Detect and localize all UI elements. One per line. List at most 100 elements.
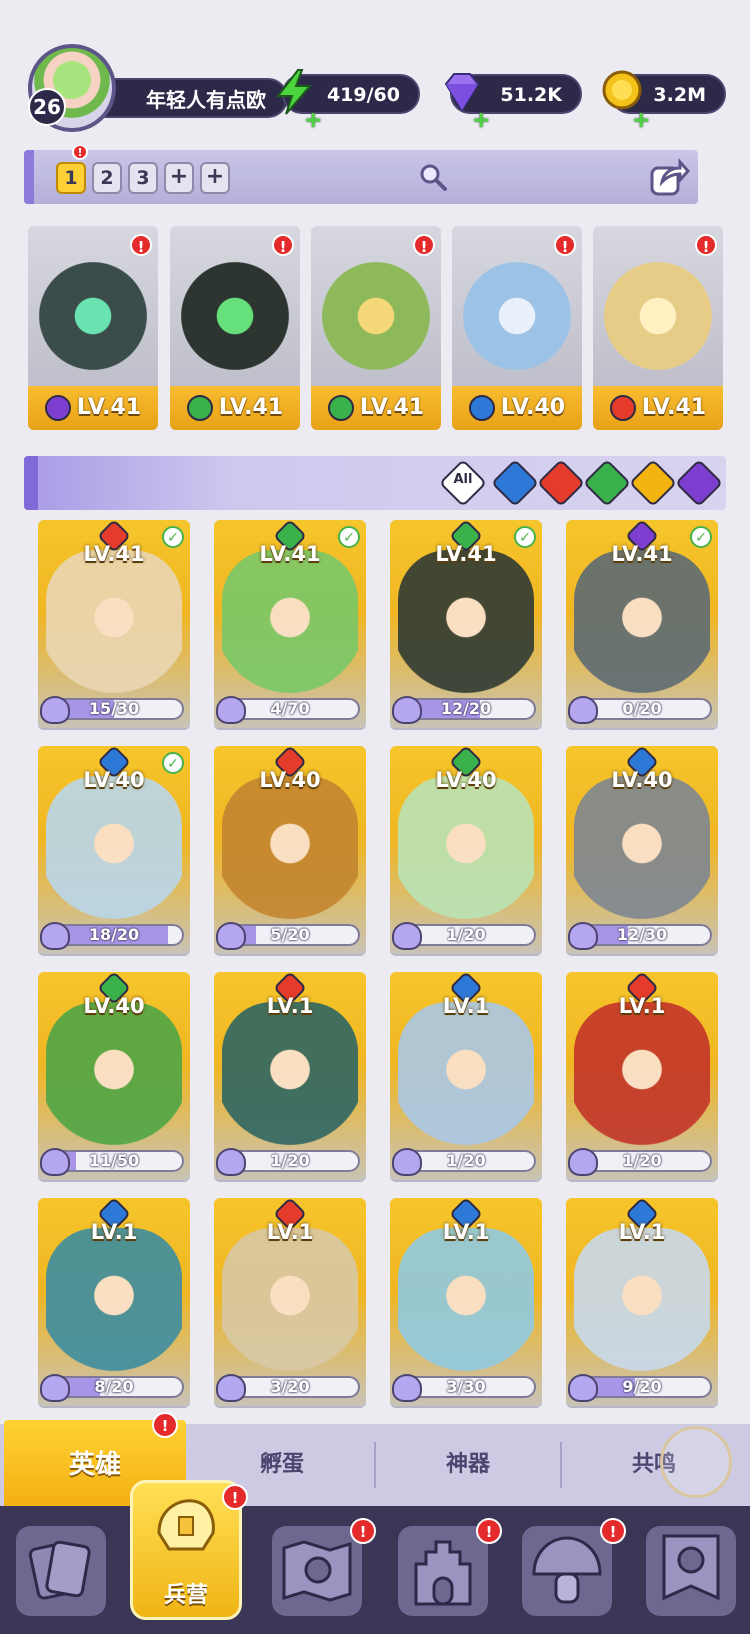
nav-barracks-alert-icon: ! [222,1484,248,1510]
gem-value: 51.2K [500,84,562,106]
nav-map[interactable] [272,1526,362,1616]
coin-value: 3.2M [653,84,706,106]
tab-artifacts[interactable]: 神器 [376,1424,560,1506]
coin-counter[interactable]: + 3.2M [602,70,726,133]
hero-portrait [462,246,572,386]
hero-card[interactable]: LV.41 ✓ 12/20 [390,520,542,728]
energy-add-icon[interactable]: + [304,102,322,140]
hero-card[interactable]: LV.40 ✓ 18/20 [38,746,190,954]
hero-card[interactable]: LV.41 ✓ 0/20 [566,520,718,728]
player-profile[interactable]: 年轻人有点欧 26 [28,44,288,132]
wood-element-icon[interactable] [582,458,632,508]
nav-map-alert-icon: ! [350,1518,376,1544]
hero-portrait [38,246,148,386]
hero-level: LV.40 [611,768,673,792]
team-hero-5[interactable]: ! LV.41 [593,226,723,430]
team-hero-level: LV.41 [593,386,723,430]
floating-target-button[interactable] [660,1426,732,1498]
team-tab-3[interactable]: 3 [128,162,158,194]
hero-level: LV.40 [435,768,497,792]
deployed-check-icon: ✓ [514,526,536,548]
hero-portrait [46,1002,182,1152]
deployed-check-icon: ✓ [162,752,184,774]
hero-portrait [222,550,358,700]
energy-value: 419/60 [326,84,400,106]
deployed-check-icon: ✓ [338,526,360,548]
water-element-icon[interactable] [490,458,540,508]
hero-level: LV.40 [259,768,321,792]
shard-icon [216,1374,246,1402]
fire-element-icon[interactable] [536,458,586,508]
team-tab-2[interactable]: 2 [92,162,122,194]
shard-icon [568,1374,598,1402]
shard-icon [216,922,246,950]
shard-icon [392,696,422,724]
hero-portrait [398,1002,534,1152]
coin-add-icon[interactable]: + [632,102,650,140]
hero-portrait [574,550,710,700]
hero-card[interactable]: LV.40 11/50 [38,972,190,1180]
shard-icon [568,696,598,724]
hero-card[interactable]: LV.41 ✓ 4/70 [214,520,366,728]
hero-level: LV.1 [442,1220,490,1244]
gem-counter[interactable]: + 51.2K [444,73,582,133]
deployed-check-icon: ✓ [690,526,712,548]
nav-castle[interactable] [398,1526,488,1616]
dark-element-icon[interactable] [674,458,724,508]
fire-element-icon [609,395,636,421]
hero-level: LV.1 [90,1220,138,1244]
hero-card[interactable]: LV.1 3/30 [390,1198,542,1406]
hero-card[interactable]: LV.40 1/20 [390,746,542,954]
nav-guild[interactable] [646,1526,736,1616]
alert-icon: ! [695,234,717,256]
alert-icon: ! [413,234,435,256]
team-tab-add-1[interactable]: + [164,162,194,194]
hero-level: LV.1 [266,994,314,1018]
hero-card[interactable]: LV.1 1/20 [390,972,542,1180]
shard-icon [568,922,598,950]
shard-icon [40,922,70,950]
hero-portrait [46,776,182,926]
wood-element-icon [186,395,213,421]
search-icon[interactable] [418,162,448,192]
hero-level: LV.1 [266,1220,314,1244]
dark-element-icon [44,395,71,421]
team-hero-2[interactable]: ! LV.41 [170,226,300,430]
banner-icon [662,1534,720,1601]
share-icon[interactable] [648,156,690,198]
nav-mushroom-alert-icon: ! [600,1518,626,1544]
hero-card[interactable]: LV.1 8/20 [38,1198,190,1406]
nav-mushroom[interactable] [522,1526,612,1616]
team-hero-level: LV.41 [28,386,158,430]
team-hero-1[interactable]: ! LV.41 [28,226,158,430]
nav-barracks-label: 兵营 [163,1583,208,1608]
team-hero-4[interactable]: ! LV.40 [452,226,582,430]
hero-card[interactable]: LV.1 3/20 [214,1198,366,1406]
hero-portrait [574,1228,710,1378]
element-filter-bar: All [24,456,726,510]
bottom-nav: 兵营 ! ! ! ! [0,1480,750,1634]
team-hero-3[interactable]: ! LV.41 [311,226,441,430]
light-element-icon[interactable] [628,458,678,508]
nav-cards[interactable] [16,1526,106,1616]
wood-element-icon [327,395,354,421]
helmet-icon [157,1499,215,1551]
gem-add-icon[interactable]: + [472,102,490,140]
hero-level: LV.40 [83,994,145,1018]
hero-card[interactable]: LV.1 1/20 [214,972,366,1180]
hero-portrait [222,776,358,926]
hero-portrait [574,1002,710,1152]
team-tab-1[interactable]: 1 [56,162,86,194]
hero-portrait [321,246,431,386]
shard-icon [568,1148,598,1176]
hero-card[interactable]: LV.40 12/30 [566,746,718,954]
hero-card[interactable]: LV.1 1/20 [566,972,718,1180]
team-tab-add-2[interactable]: + [200,162,230,194]
hero-card[interactable]: LV.41 ✓ 15/30 [38,520,190,728]
team-hero-level: LV.41 [170,386,300,430]
team-hero-level: LV.41 [311,386,441,430]
hero-card[interactable]: LV.40 5/20 [214,746,366,954]
hero-card[interactable]: LV.1 9/20 [566,1198,718,1406]
energy-counter[interactable]: + 419/60 [275,69,420,133]
shard-icon [392,1148,422,1176]
